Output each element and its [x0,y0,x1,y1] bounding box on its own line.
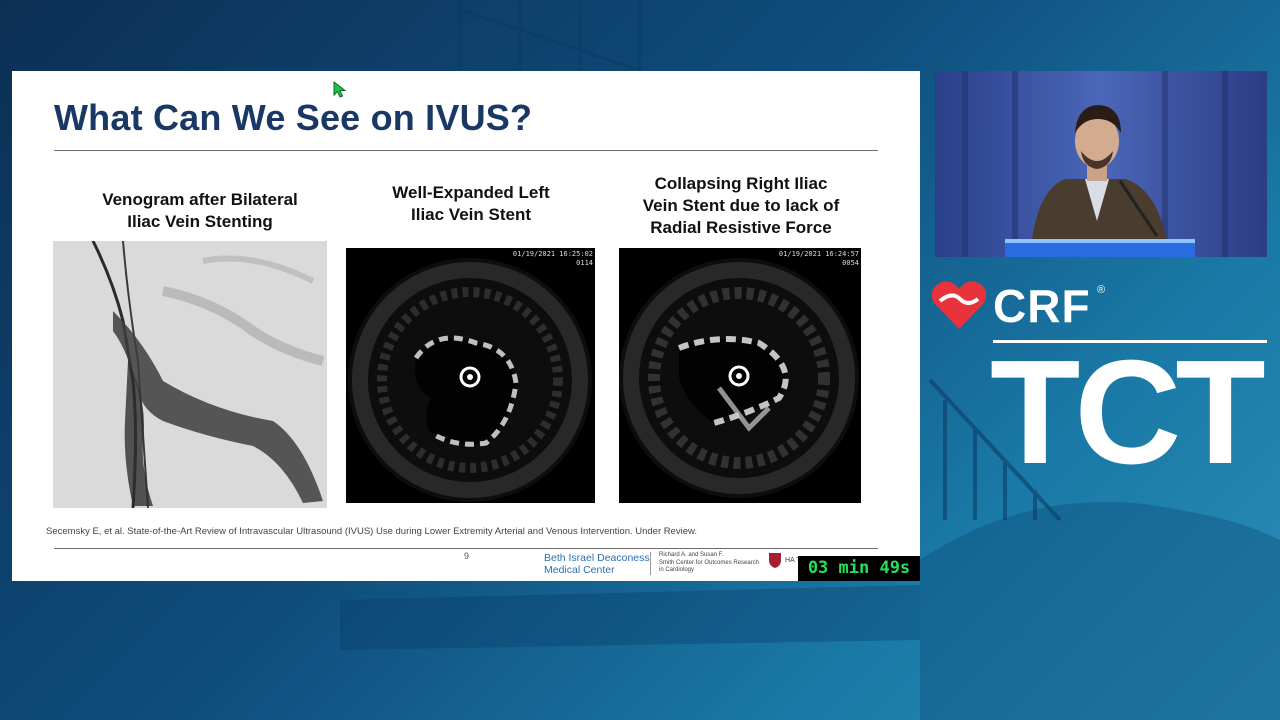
page-number: 9 [464,551,470,561]
panel-2-caption: Well-Expanded Left Iliac Vein Stent [346,182,596,226]
smith-center-logo: Richard A. and Susan F. Smith Center for… [650,552,769,575]
panel-3-caption-line-2: Vein Stent due to lack of [642,196,840,215]
mouse-cursor-icon [333,80,347,98]
panel-1-caption-line-2: Iliac Vein Stenting [127,212,273,231]
speaker-video-feed [935,71,1267,257]
ivus-left-timestamp: 01/19/2021 16:25:02 0114 [512,250,593,267]
crf-brand-text: CRF [993,280,1091,332]
panel-3-caption: Collapsing Right Iliac Vein Stent due to… [616,173,866,239]
panel-2-caption-line-1: Well-Expanded Left [392,183,550,202]
panel-1-caption: Venogram after Bilateral Iliac Vein Sten… [54,189,346,233]
panel-3-caption-line-3: Radial Resistive Force [650,218,832,237]
slide-title: What Can We See on IVUS? [54,97,533,138]
citation-text: Secemsky E, et al. State-of-the-Art Revi… [46,526,698,537]
title-divider [54,150,878,151]
crf-heart-logo-icon [931,281,987,329]
session-timer: 03 min 49s [798,556,920,581]
crf-registered-mark: ® [1097,284,1106,296]
panel-1-caption-line-1: Venogram after Bilateral [102,190,298,209]
ivus-right-stent-image: 01/19/2021 16:24:57 0054 [619,248,861,503]
harvard-shield-icon [769,553,781,568]
panel-2-caption-line-2: Iliac Vein Stent [411,205,531,224]
venogram-image [53,241,327,508]
ivus-left-stent-image: 01/19/2021 16:25:02 0114 [346,248,595,503]
ivus-right-timestamp: 01/19/2021 16:24:57 0054 [778,250,859,267]
bidmc-logo: Beth Israel Deaconess Medical Center [544,552,650,576]
footer-divider [54,548,878,549]
panel-3-caption-line-1: Collapsing Right Iliac [654,174,828,193]
presentation-slide: What Can We See on IVUS? Venogram after … [12,71,920,581]
tct-brand-text: TCT [990,330,1266,495]
